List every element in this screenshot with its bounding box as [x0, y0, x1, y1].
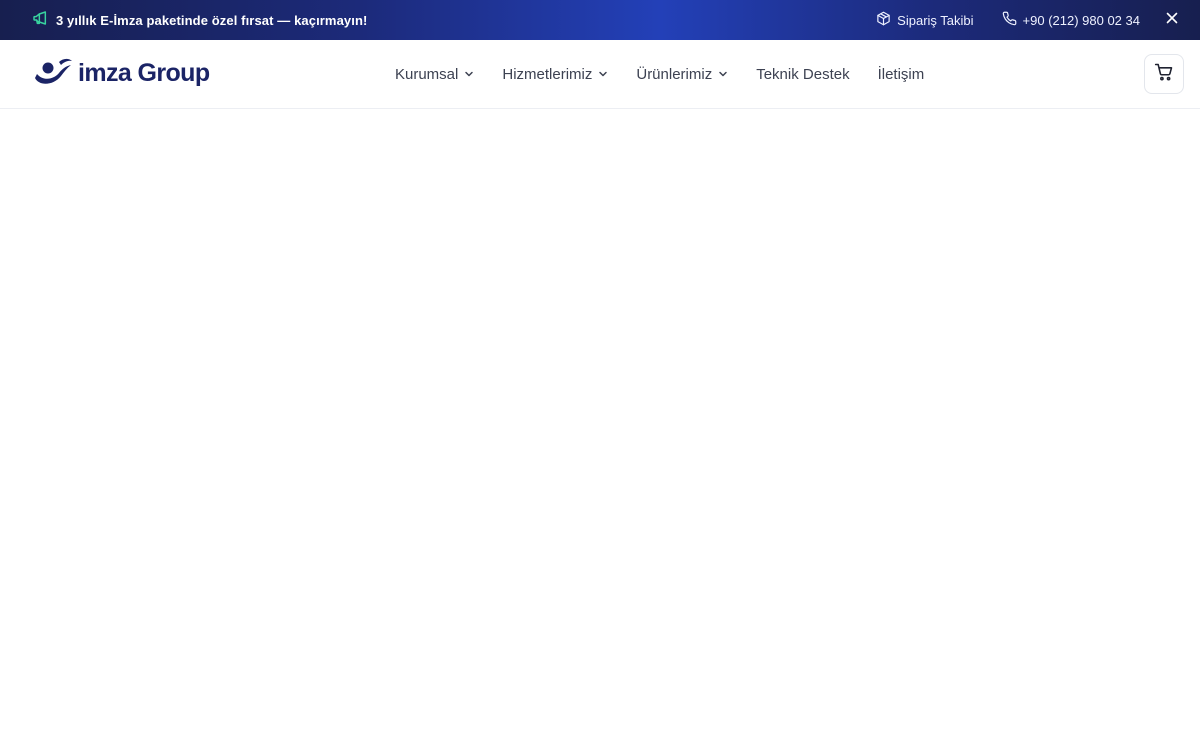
nav-item-kurumsal[interactable]: Kurumsal	[395, 66, 474, 83]
cart-icon	[1154, 62, 1174, 87]
nav-item-label: Ürünlerimiz	[636, 65, 713, 83]
brand-logo[interactable]: imza Group	[33, 56, 210, 90]
close-announcement-button[interactable]	[1164, 12, 1180, 28]
nav-item-label: Hizmetlerimiz	[502, 65, 593, 83]
main-nav: Kurumsal Hizmetlerimiz Ürünlerimiz Tekni…	[395, 40, 924, 108]
nav-item-label: İletişim	[877, 65, 925, 83]
site-header: imza Group Kurumsal Hizmetlerimiz Ürünle…	[0, 40, 1200, 109]
megaphone-icon	[32, 10, 48, 31]
package-icon	[876, 11, 891, 29]
order-tracking-link[interactable]: Sipariş Takibi	[876, 11, 974, 29]
announcement-bar: 3 yıllık E-İmza paketinde özel fırsat — …	[0, 0, 1200, 40]
logo-mark-icon	[33, 56, 73, 91]
nav-item-label: Kurumsal	[395, 65, 459, 83]
close-icon	[1166, 11, 1178, 29]
cart-button[interactable]	[1144, 54, 1184, 94]
promo-text: 3 yıllık E-İmza paketinde özel fırsat — …	[56, 12, 368, 28]
chevron-down-icon	[598, 69, 608, 79]
chevron-down-icon	[464, 69, 474, 79]
phone-number: +90 (212) 980 02 34	[1022, 12, 1140, 28]
main-content	[0, 109, 1200, 750]
nav-item-iletisim[interactable]: İletişim	[878, 66, 925, 83]
chevron-down-icon	[718, 69, 728, 79]
phone-icon	[1002, 11, 1017, 29]
nav-item-hizmetlerimiz[interactable]: Hizmetlerimiz	[502, 66, 608, 83]
phone-link[interactable]: +90 (212) 980 02 34	[1002, 11, 1140, 29]
logo-text: imza Group	[78, 58, 210, 87]
nav-item-teknik-destek[interactable]: Teknik Destek	[756, 66, 849, 83]
promo-message: 3 yıllık E-İmza paketinde özel fırsat — …	[32, 0, 367, 40]
nav-item-label: Teknik Destek	[756, 65, 850, 83]
nav-item-urunlerimiz[interactable]: Ürünlerimiz	[636, 66, 728, 83]
order-tracking-label: Sipariş Takibi	[897, 12, 974, 28]
